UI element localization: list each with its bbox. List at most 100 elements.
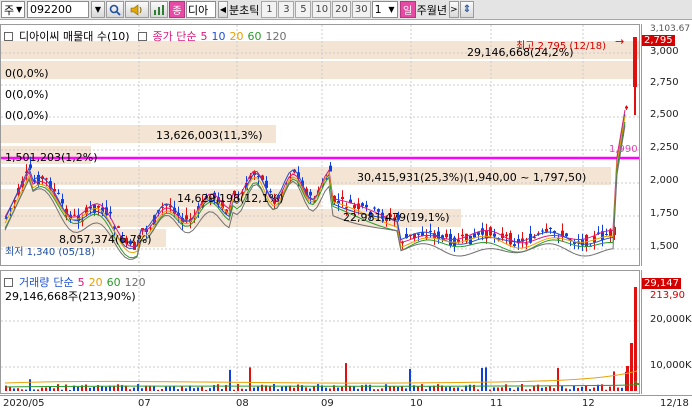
- legend-ma-60: 60: [247, 29, 262, 43]
- prev-period-button[interactable]: ◀: [218, 1, 228, 18]
- volume-bar: [517, 387, 519, 391]
- tab-year[interactable]: 년: [437, 2, 447, 18]
- stock-code-input[interactable]: 092200: [27, 1, 89, 18]
- count-select[interactable]: 1 ▼: [371, 1, 398, 18]
- period-label[interactable]: 분초틱: [229, 2, 259, 18]
- candle-body: [505, 234, 508, 237]
- candle-body: [605, 234, 608, 236]
- volume-bar: [285, 386, 287, 391]
- candle-body: [585, 234, 588, 247]
- interval-1-button[interactable]: 1: [261, 1, 278, 18]
- volume-bar: [581, 386, 583, 391]
- favorite-button[interactable]: 종: [169, 1, 185, 18]
- price-chart-canvas[interactable]: [1, 25, 639, 265]
- chevron-down-icon: ▼: [94, 5, 102, 14]
- volume-bar: [485, 367, 487, 391]
- interval-5-button[interactable]: 5: [295, 1, 312, 18]
- volume-bar: [177, 389, 179, 391]
- volume-bar: [589, 389, 591, 391]
- volume-chart-panel[interactable]: 거래량 단순 5 20 60 120 29,146,668주(213,90%): [0, 270, 640, 394]
- volume-bar: [421, 384, 423, 391]
- volume-bar: [85, 384, 87, 391]
- candle-body: [525, 243, 528, 245]
- updown-arrow-icon: ⇕: [462, 4, 472, 15]
- volume-bar: [405, 388, 407, 391]
- swap-button[interactable]: ⇕: [459, 1, 474, 18]
- tab-day-label: 일: [402, 6, 413, 17]
- legend-checkbox[interactable]: [4, 277, 13, 287]
- volume-bar: [317, 384, 319, 391]
- volume-bar: [209, 388, 211, 391]
- market-select[interactable]: 주 ▼: [1, 1, 25, 18]
- candle-body: [29, 164, 32, 169]
- volume-bar: [37, 389, 39, 391]
- legend-volume-ma-20: 20: [88, 275, 103, 289]
- candle-body: [477, 232, 480, 235]
- legend-checkbox[interactable]: [4, 31, 13, 41]
- price-axis: 3,103.67 2,795 3,000 2,750 2,500 2,250 2…: [641, 24, 692, 266]
- volume-bar: [53, 388, 55, 391]
- code-dropdown-button[interactable]: ▼: [91, 1, 105, 18]
- legend-ma-120: 120: [265, 29, 287, 43]
- volume-bar: [233, 389, 235, 391]
- tab-week[interactable]: 주: [417, 2, 427, 18]
- bar-chart-icon: [154, 4, 164, 15]
- volume-bar: [5, 385, 7, 391]
- volume-profile-label: 13,626,003(11,3%): [156, 129, 263, 142]
- candle-body: [513, 244, 516, 247]
- tab-month[interactable]: 월: [427, 2, 437, 18]
- volume-bar: [621, 387, 623, 391]
- volume-bar: [61, 389, 63, 391]
- ref-line-value: 1,990: [609, 144, 638, 155]
- volume-bar: [157, 389, 159, 391]
- chevron-right-icon: >: [450, 4, 458, 15]
- x-tick: 09: [321, 398, 334, 409]
- interval-3-button[interactable]: 3: [278, 1, 295, 18]
- chart-toolbar: 주 ▼ 092200 ▼ 종 디아 ◀ 분초틱 1 3 5 10 20 30 1…: [0, 0, 692, 20]
- interval-20-button[interactable]: 20: [332, 1, 351, 18]
- volume-profile-bar: [1, 61, 636, 79]
- volume-bar: [429, 386, 431, 391]
- y-tick: 1,750: [650, 208, 679, 219]
- volume-bar: [161, 388, 163, 391]
- volume-bar: [181, 386, 183, 391]
- volume-bar: [277, 389, 279, 391]
- legend-ma-title: 종가 단순: [152, 30, 197, 43]
- volume-bar: [329, 388, 331, 391]
- speaker-icon: [130, 3, 142, 16]
- volume-bar: [626, 366, 629, 391]
- volume-bar: [257, 386, 259, 391]
- speaker-button[interactable]: [125, 1, 149, 18]
- candle-body: [625, 106, 628, 109]
- candle-body: [345, 207, 348, 209]
- candle-body: [633, 37, 637, 87]
- y-tick: 20,000K: [650, 314, 692, 325]
- legend-checkbox[interactable]: [137, 31, 147, 41]
- high-price-label: 최고 2,795 (12/18): [516, 41, 607, 52]
- tab-day[interactable]: 일: [399, 1, 416, 18]
- volume-bar: [29, 379, 31, 391]
- volume-bar: [245, 389, 247, 391]
- volume-bar: [533, 386, 535, 391]
- interval-30-button[interactable]: 30: [351, 1, 371, 18]
- chevron-down-icon: ▼: [388, 5, 395, 14]
- price-chart-panel[interactable]: 디아이씨 매물대 수(10) 종가 단순 5 10 20 60 120 29,1…: [0, 24, 640, 266]
- volume-bar: [461, 389, 463, 391]
- stock-name-value: 디아: [188, 3, 209, 17]
- interval-10-button[interactable]: 10: [312, 1, 332, 18]
- volume-profile-label: 0(0,0%): [5, 109, 49, 122]
- volume-bar: [281, 386, 283, 391]
- search-button[interactable]: [106, 1, 124, 18]
- volume-bar: [577, 387, 579, 391]
- chart-settings-button[interactable]: [150, 1, 168, 18]
- volume-bar: [325, 387, 327, 391]
- next-period-button[interactable]: >: [448, 1, 459, 18]
- legend-ma-20: 20: [229, 29, 244, 43]
- volume-bar: [133, 387, 135, 391]
- candle-body: [57, 192, 60, 194]
- volume-bar: [617, 387, 619, 391]
- volume-bar: [385, 384, 387, 391]
- candle-body: [461, 234, 464, 237]
- volume-profile-label: 1,501,203(1,2%): [5, 151, 98, 164]
- volume-bar: [549, 386, 551, 391]
